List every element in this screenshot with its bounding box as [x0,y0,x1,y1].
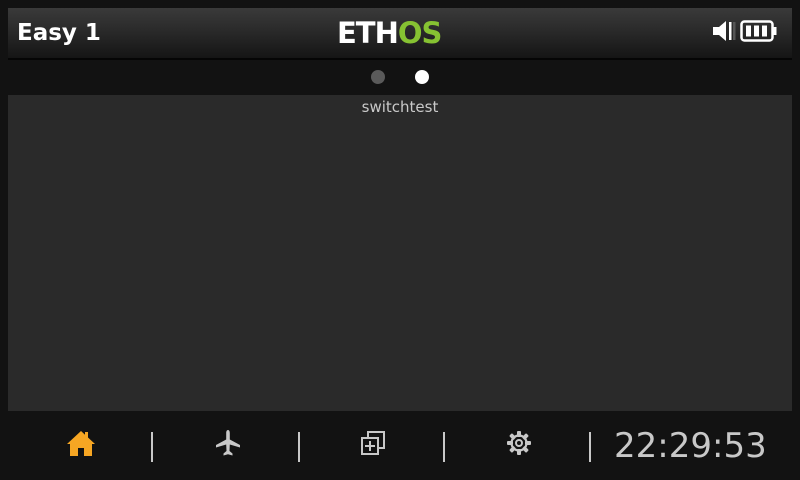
radio-screen: Easy 1 ETHOS switchtest 22:29:53 [0,0,800,480]
battery-icon[interactable] [740,18,778,48]
page-dot-2-active[interactable] [415,70,429,84]
clock-display: 22:29:53 [614,426,767,466]
bottom-nav-bar: 22:29:53 [0,411,800,480]
logo-text-os: OS [397,16,443,50]
airplane-icon [214,429,242,461]
nav-home-button[interactable] [51,425,111,465]
model-name[interactable]: Easy 1 [17,18,101,48]
page-dot-1[interactable] [371,70,385,84]
widget-area[interactable]: switchtest [8,95,792,411]
speaker-icon[interactable] [711,18,737,48]
top-bar: Easy 1 ETHOS [8,8,792,60]
nav-settings-button[interactable] [489,425,549,465]
system-icon [359,429,387,461]
home-icon [66,429,96,461]
page-indicator [370,70,430,84]
ethos-logo: ETHOS [337,16,443,50]
nav-model-button[interactable] [198,425,258,465]
logo-text-eth: ETH [337,16,399,50]
nav-divider [151,432,153,462]
gear-icon [505,429,533,461]
nav-divider [298,432,300,462]
nav-divider [443,432,445,462]
nav-divider [589,432,591,462]
nav-system-button[interactable] [343,425,403,465]
status-icons [711,20,778,46]
widget-title: switchtest [361,98,439,116]
